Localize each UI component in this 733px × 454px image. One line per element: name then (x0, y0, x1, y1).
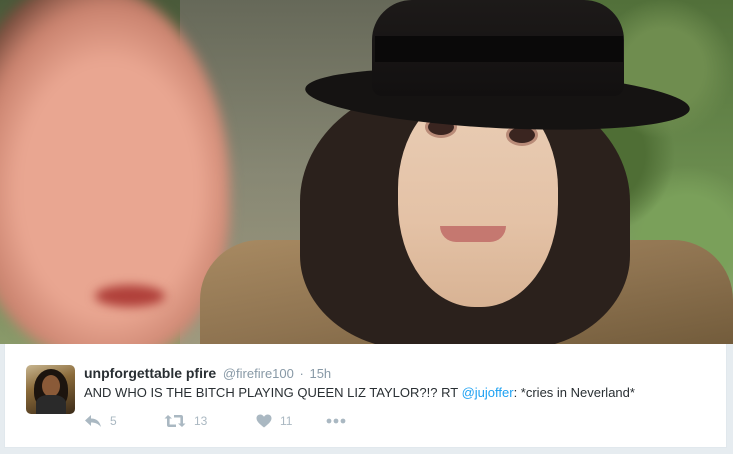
more-icon (326, 418, 346, 424)
reply-button[interactable]: 5 (84, 414, 164, 428)
tweet-media-image[interactable] (0, 0, 733, 344)
retweet-count: 13 (194, 414, 208, 428)
mouth (440, 226, 506, 242)
mention-link[interactable]: @jujoffer (462, 385, 514, 400)
reply-count: 5 (110, 414, 117, 428)
tweet-text-before: AND WHO IS THE BITCH PLAYING QUEEN LIZ T… (84, 385, 462, 400)
more-button[interactable] (326, 418, 346, 424)
tweet-text: AND WHO IS THE BITCH PLAYING QUEEN LIZ T… (84, 384, 635, 402)
tweet-actions: 5 13 11 (84, 412, 346, 430)
avatar-face (42, 375, 60, 397)
tweet-header: unpforgettable pfire @firefire100 · 15h (84, 364, 331, 383)
user-handle[interactable]: @firefire100 (223, 366, 294, 381)
retweet-icon (164, 414, 186, 428)
tweet-text-after: : *cries in Neverland* (513, 385, 635, 400)
tweet-card: unpforgettable pfire @firefire100 · 15h … (4, 344, 727, 448)
like-count: 11 (280, 414, 293, 428)
tweet-screenshot: unpforgettable pfire @firefire100 · 15h … (0, 0, 733, 454)
tweet-timestamp[interactable]: 15h (309, 366, 331, 381)
reply-icon (84, 414, 102, 428)
heart-icon (256, 414, 272, 428)
avatar-top (36, 395, 66, 414)
blurred-lips (95, 285, 165, 307)
header-separator: · (299, 366, 304, 381)
avatar[interactable] (26, 365, 75, 414)
display-name[interactable]: unpforgettable pfire (84, 365, 216, 381)
like-button[interactable]: 11 (256, 414, 326, 428)
retweet-button[interactable]: 13 (164, 414, 256, 428)
fedora-band (375, 36, 623, 62)
